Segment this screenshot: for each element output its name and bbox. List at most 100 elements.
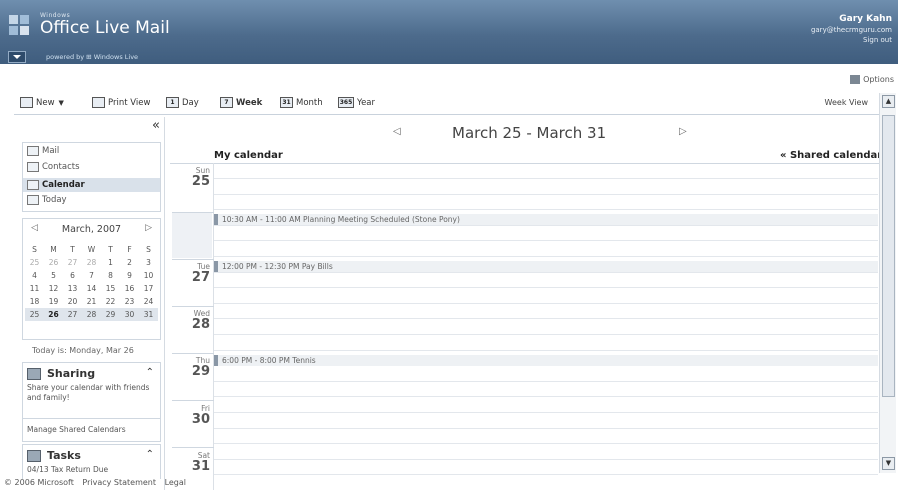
event-planning-meeting[interactable]: 10:30 AM - 11:00 AM Planning Meeting Sch… <box>214 214 878 225</box>
grid-row-line <box>214 209 878 210</box>
nav-item-contacts[interactable]: Contacts <box>27 162 80 172</box>
weekday-label: T <box>70 245 75 254</box>
day-label-sun: Sun 25 <box>172 166 210 189</box>
day-view-button[interactable]: 1 Day <box>166 97 199 108</box>
mini-cal-day[interactable]: 5 <box>44 269 63 282</box>
collapse-sidebar-button[interactable]: « <box>152 118 160 133</box>
grid-row-line <box>214 443 878 444</box>
mini-cal-day[interactable]: 11 <box>25 282 44 295</box>
grid-row-line <box>214 225 878 226</box>
mini-cal-day[interactable]: 25 <box>25 308 44 321</box>
nav-item-today[interactable]: Today <box>27 195 67 205</box>
scroll-up-button[interactable]: ▲ <box>882 95 895 108</box>
mini-cal-day[interactable]: 22 <box>101 295 120 308</box>
mini-cal-day[interactable]: 27 <box>63 256 82 269</box>
shared-calendars-link[interactable]: « Shared calendars <box>780 150 888 161</box>
month-view-button[interactable]: 31 Month <box>280 97 323 108</box>
mini-cal-day[interactable]: 20 <box>63 295 82 308</box>
day-number: 31 <box>191 459 210 474</box>
day-number: 28 <box>191 317 210 332</box>
mini-cal-day[interactable]: 9 <box>120 269 139 282</box>
task-item[interactable]: 04/13 Tax Return Due <box>27 465 152 475</box>
week-label: Week <box>236 97 263 108</box>
scrollbar[interactable]: ▲ ▼ <box>879 93 896 473</box>
grid-row-line <box>214 428 878 429</box>
mini-cal-day[interactable]: 31 <box>139 308 158 321</box>
day-label-thu: Thu 29 <box>172 356 210 379</box>
mini-cal-day[interactable]: 13 <box>63 282 82 295</box>
mini-cal-day[interactable]: 19 <box>44 295 63 308</box>
options-link[interactable]: Options <box>850 75 894 84</box>
mini-cal-day[interactable]: 26 <box>44 308 63 321</box>
today-is: Today is: Monday, Mar 26 <box>32 346 134 355</box>
mail-icon <box>27 146 39 156</box>
week-view-button[interactable]: 7 Week <box>220 97 262 108</box>
privacy-statement-link[interactable]: Privacy Statement <box>82 478 156 487</box>
nav-item-label: Calendar <box>42 180 85 190</box>
mini-cal-next-button[interactable]: ▷ <box>145 223 152 233</box>
options-icon <box>850 75 861 84</box>
mini-cal-day[interactable]: 4 <box>25 269 44 282</box>
event-tennis[interactable]: 6:00 PM - 8:00 PM Tennis <box>214 355 878 366</box>
nav-item-mail[interactable]: Mail <box>27 146 59 156</box>
event-text: 6:00 PM - 8:00 PM Tennis <box>222 356 316 365</box>
mini-cal-day[interactable]: 2 <box>120 256 139 269</box>
mini-cal-day[interactable]: 1 <box>101 256 120 269</box>
mini-cal-day[interactable]: 28 <box>82 256 101 269</box>
prev-week-button[interactable]: ◁ <box>393 126 401 137</box>
mini-cal-day[interactable]: 23 <box>120 295 139 308</box>
event-pay-bills[interactable]: 12:00 PM - 12:30 PM Pay Bills <box>214 261 878 272</box>
grid-row-line <box>214 381 878 382</box>
weekday-label: S <box>32 245 37 254</box>
scroll-down-button[interactable]: ▼ <box>882 457 895 470</box>
footer: © 2006 Microsoft Privacy Statement Legal <box>4 478 192 487</box>
mini-cal-day[interactable]: 12 <box>44 282 63 295</box>
tasks-title: Tasks <box>27 449 81 462</box>
mini-cal-day[interactable]: 10 <box>139 269 158 282</box>
manage-shared-calendars-link[interactable]: Manage Shared Calendars <box>27 425 126 434</box>
mini-cal-day[interactable]: 24 <box>139 295 158 308</box>
mini-cal-day[interactable]: 25 <box>25 256 44 269</box>
grid-row-line <box>214 287 878 288</box>
mini-cal-day[interactable]: 14 <box>82 282 101 295</box>
mini-cal-grid: S M T W T F S 25 26 27 28 1 2 3 4 5 6 7 8 9 10 11 12 13 14 15 16 17… <box>25 243 158 321</box>
mini-cal-day[interactable]: 21 <box>82 295 101 308</box>
nav-item-calendar[interactable]: Calendar <box>23 178 160 192</box>
week-icon: 7 <box>220 97 233 108</box>
mini-cal-day[interactable]: 27 <box>63 308 82 321</box>
mini-cal-day[interactable]: 8 <box>101 269 120 282</box>
next-week-button[interactable]: ▷ <box>679 126 687 137</box>
day-label-mon: Mon 26 <box>172 214 210 237</box>
sign-out-link[interactable]: Sign out <box>863 36 892 44</box>
legal-link[interactable]: Legal <box>165 478 186 487</box>
mini-cal-day[interactable]: 6 <box>63 269 82 282</box>
grid-row-line <box>214 256 878 257</box>
mini-calendar: ◁ March, 2007 ▷ S M T W T F S 25 26 27 28 1 2 3 4 5 6 7 8 9… <box>22 218 161 340</box>
weekday-label: S <box>146 245 151 254</box>
sharing-collapse-button[interactable]: ⌃ <box>146 367 154 378</box>
event-text: 10:30 AM - 11:00 AM Planning Meeting Sch… <box>222 215 460 224</box>
user-name: Gary Kahn <box>839 14 892 24</box>
print-view-button[interactable]: Print View <box>92 97 150 108</box>
mini-cal-day[interactable]: 16 <box>120 282 139 295</box>
new-label: New <box>36 97 55 108</box>
nav-list: Mail Contacts Calendar Today <box>22 142 161 212</box>
day-number: 25 <box>191 174 210 189</box>
mini-cal-day[interactable]: 28 <box>82 308 101 321</box>
scroll-thumb[interactable] <box>882 115 895 397</box>
mini-cal-day[interactable]: 7 <box>82 269 101 282</box>
year-view-button[interactable]: 365 Year <box>338 97 375 108</box>
mini-cal-day[interactable]: 29 <box>101 308 120 321</box>
mini-cal-day[interactable]: 18 <box>25 295 44 308</box>
new-button[interactable]: New ▼ <box>20 97 64 108</box>
office-logo-icon <box>9 15 29 35</box>
mini-cal-day[interactable]: 3 <box>139 256 158 269</box>
mini-cal-day[interactable]: 30 <box>120 308 139 321</box>
nav-item-label: Contacts <box>42 162 80 172</box>
day-number: 30 <box>191 412 210 427</box>
tasks-collapse-button[interactable]: ⌃ <box>146 449 154 460</box>
mini-cal-day[interactable]: 17 <box>139 282 158 295</box>
mini-cal-day[interactable]: 26 <box>44 256 63 269</box>
mini-cal-day[interactable]: 15 <box>101 282 120 295</box>
app-menu-dropdown[interactable] <box>8 51 26 63</box>
